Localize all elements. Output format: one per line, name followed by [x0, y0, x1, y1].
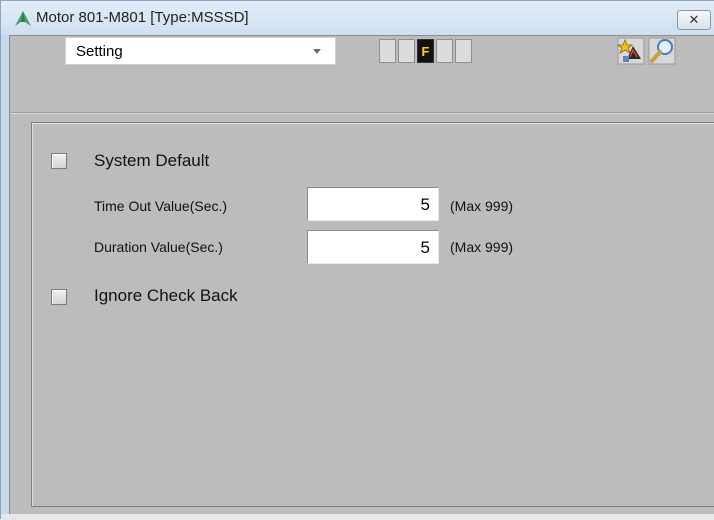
- time-out-label: Time Out Value(Sec.): [94, 198, 228, 214]
- status-indicators: F: [379, 39, 472, 63]
- mode-dropdown-value: Setting: [76, 43, 123, 60]
- magic-wand-icon[interactable]: [617, 37, 645, 65]
- ignore-check-back-checkbox[interactable]: [51, 289, 67, 305]
- system-default-checkbox[interactable]: [51, 153, 67, 169]
- ignore-check-back-label: Ignore Check Back: [94, 286, 238, 305]
- status-indicator-2: [398, 39, 415, 63]
- duration-max-label: (Max 999): [450, 239, 514, 255]
- mode-dropdown[interactable]: Setting: [65, 37, 336, 65]
- duration-label: Duration Value(Sec.): [94, 239, 223, 255]
- status-indicator-1: [379, 39, 396, 63]
- window-title: Motor 801-M801 [Type:MSSSD]: [36, 9, 249, 26]
- chevron-down-icon: [313, 49, 321, 54]
- close-icon: ✕: [688, 12, 700, 28]
- magnifier-icon[interactable]: [648, 37, 676, 65]
- app-logo-icon: [15, 11, 31, 26]
- settings-panel: [31, 122, 714, 507]
- fault-indicator-label: F: [421, 43, 430, 59]
- title-bar[interactable]: Motor 801-M801 [Type:MSSSD] ✕: [1, 1, 714, 35]
- system-default-label: System Default: [94, 151, 210, 170]
- time-out-input[interactable]: 5: [307, 187, 439, 221]
- status-indicator-5: [455, 39, 472, 63]
- status-indicator-4: [436, 39, 453, 63]
- duration-input[interactable]: 5: [307, 230, 439, 264]
- time-out-max-label: (Max 999): [450, 198, 514, 214]
- window-bottom-edge: [1, 514, 714, 520]
- close-button[interactable]: ✕: [677, 10, 711, 30]
- toolbar-separator: [10, 112, 714, 114]
- motor-window: Motor 801-M801 [Type:MSSSD] ✕ Setting F …: [0, 0, 714, 520]
- status-indicator-fault: F: [417, 39, 434, 63]
